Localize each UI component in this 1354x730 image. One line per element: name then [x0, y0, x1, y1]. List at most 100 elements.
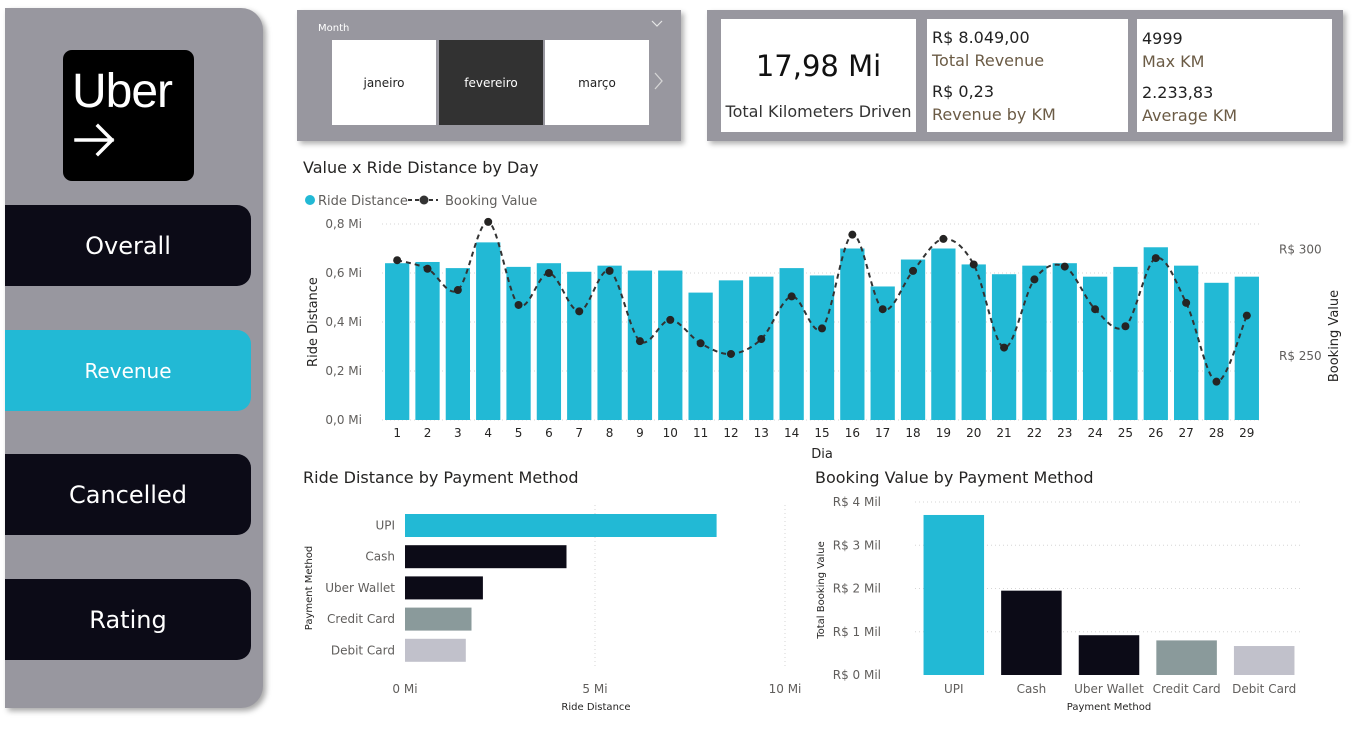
point-booking-value	[1060, 262, 1069, 271]
uber-logo: Uber	[63, 50, 194, 181]
y-tick-label: 0,8 Mi	[325, 217, 362, 231]
x-tick-label: 23	[1057, 426, 1072, 440]
point-booking-value	[969, 260, 978, 269]
bar-ride-distance	[506, 266, 531, 420]
x-tick-label: 7	[575, 426, 583, 440]
y2-axis-title: Booking Value	[1327, 290, 1342, 382]
bar-payment-value	[1233, 646, 1295, 675]
point-booking-value	[1212, 377, 1221, 386]
kpi-panel: 17,98 Mi Total Kilometers Driven R$ 8.04…	[707, 10, 1343, 141]
slicer-title: Month	[318, 23, 350, 34]
y-tick-label: 0,4 Mi	[325, 315, 362, 329]
bar-ride-distance	[991, 274, 1017, 420]
x-tick-label: 25	[1118, 426, 1133, 440]
x-tick-label: Credit Card	[1153, 682, 1221, 696]
x-axis-title: Dia	[811, 447, 833, 462]
bar-ride-distance	[445, 268, 470, 420]
bar-ride-distance	[1234, 276, 1259, 420]
x-tick-label: 16	[845, 426, 860, 440]
bar-ride-distance	[718, 280, 744, 420]
point-booking-value	[878, 305, 887, 314]
chevron-down-icon[interactable]	[651, 20, 663, 28]
y-tick-label: 0,2 Mi	[325, 364, 362, 378]
point-booking-value	[453, 286, 462, 295]
bar-ride-distance	[476, 242, 501, 420]
bar-payment-distance	[405, 545, 567, 569]
legend-label-booking-value: Booking Value	[445, 194, 537, 209]
point-booking-value	[605, 266, 614, 275]
x-tick-label: 3	[454, 426, 462, 440]
x-tick-label: 10 Mi	[769, 682, 802, 696]
month-tile-janeiro[interactable]: janeiro	[332, 40, 436, 125]
y2-tick-label: R$ 250	[1279, 349, 1322, 363]
x-tick-label: Uber Wallet	[1074, 682, 1144, 696]
x-tick-label: UPI	[944, 682, 964, 696]
kpi-km-card: 4999 Max KM 2.233,83 Average KM	[1137, 19, 1332, 132]
kpi-max-km-label: Max KM	[1142, 52, 1205, 71]
bar-ride-distance	[1082, 276, 1108, 420]
nav-cancelled-button[interactable]: Cancelled	[5, 454, 251, 535]
bar-ride-distance	[870, 286, 895, 420]
x-tick-label: 27	[1178, 426, 1193, 440]
bar-ride-distance	[900, 259, 926, 420]
payment-value-chart-title: Booking Value by Payment Method	[815, 468, 1094, 487]
point-booking-value	[787, 292, 796, 301]
bar-ride-distance	[840, 248, 865, 420]
nav-rating-button[interactable]: Rating	[5, 579, 251, 660]
point-booking-value	[1151, 254, 1160, 263]
point-booking-value	[726, 349, 735, 358]
point-booking-value	[544, 269, 553, 277]
x-tick-label: 26	[1148, 426, 1163, 440]
point-booking-value	[1242, 311, 1251, 320]
bar-ride-distance	[1052, 263, 1077, 420]
kpi-total-km-label: Total Kilometers Driven	[725, 102, 912, 121]
y-axis-title: Payment Method	[304, 546, 315, 630]
kpi-average-km-value: 2.233,83	[1142, 83, 1214, 102]
month-slicer: Month janeiro fevereiro março	[297, 10, 681, 141]
kpi-total-revenue-value: R$ 8.049,00	[932, 28, 1030, 47]
point-booking-value	[1000, 343, 1009, 352]
x-tick-label: 8	[606, 426, 614, 440]
point-booking-value	[757, 335, 766, 344]
y-tick-label: UPI	[375, 519, 395, 533]
x-tick-label: 9	[636, 426, 644, 440]
point-booking-value	[1091, 305, 1100, 314]
nav-revenue-button[interactable]: Revenue	[5, 330, 251, 411]
month-tile-marco[interactable]: março	[545, 40, 649, 125]
bar-ride-distance	[597, 265, 622, 420]
kpi-total-km-card: 17,98 Mi Total Kilometers Driven	[721, 19, 916, 132]
bar-ride-distance	[961, 264, 986, 420]
x-tick-label: 22	[1027, 426, 1042, 440]
bar-ride-distance	[1113, 266, 1138, 420]
chevron-right-icon[interactable]	[654, 72, 664, 90]
point-booking-value	[423, 264, 432, 273]
x-tick-label: 5	[515, 426, 523, 440]
kpi-average-km-label: Average KM	[1142, 106, 1238, 125]
line-booking-value	[396, 220, 1248, 383]
nav-overall-button[interactable]: Overall	[5, 205, 251, 286]
sidebar: Uber Overall Revenue Cancelled Rating	[5, 8, 263, 708]
bar-ride-distance	[567, 271, 592, 420]
bar-ride-distance	[688, 292, 713, 420]
x-tick-label: 10	[663, 426, 678, 440]
y-tick-label: R$ 3 Mil	[833, 538, 881, 552]
x-tick-label: 19	[936, 426, 951, 440]
month-tile-fevereiro[interactable]: fevereiro	[439, 40, 543, 125]
x-tick-label: 13	[754, 426, 769, 440]
point-booking-value	[909, 266, 918, 275]
bar-ride-distance	[536, 263, 562, 420]
x-tick-label: 18	[905, 426, 920, 440]
point-booking-value	[848, 230, 857, 239]
bar-payment-value	[1001, 590, 1062, 675]
bar-payment-value	[1078, 635, 1140, 675]
bar-ride-distance	[931, 248, 956, 420]
y-tick-label: Credit Card	[327, 612, 395, 626]
bar-payment-value	[923, 514, 985, 675]
bar-ride-distance	[385, 263, 410, 420]
x-tick-label: 21	[996, 426, 1011, 440]
point-booking-value	[514, 300, 523, 309]
y-tick-label: R$ 1 Mil	[833, 625, 881, 639]
point-booking-value	[818, 324, 826, 333]
x-tick-label: 2	[424, 426, 432, 440]
y-axis-title: Total Booking Value	[816, 541, 827, 640]
